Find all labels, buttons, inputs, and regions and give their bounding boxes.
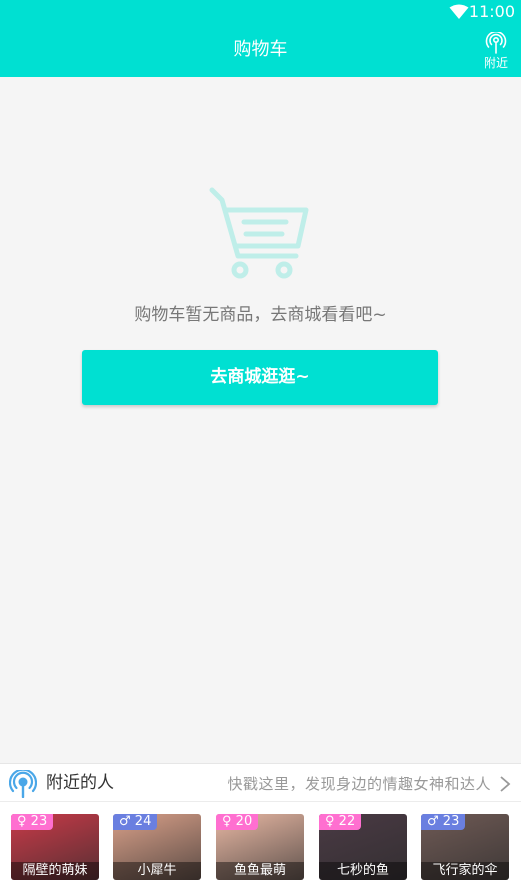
app-bar: 购物车 附近 bbox=[0, 24, 521, 77]
user-name: 七秒的鱼 bbox=[319, 862, 407, 880]
user-age: 23 bbox=[30, 814, 48, 829]
nearby-user-card[interactable]: ♀ 23 隔壁的萌妹 bbox=[11, 814, 99, 880]
user-name: 小犀牛 bbox=[113, 862, 201, 880]
nearby-people-panel: 附近的人 快戳这里，发现身边的情趣女神和达人 ♀ 23 隔壁的萌妹 ♂ 24 小… bbox=[0, 763, 521, 891]
gender-age-badge: ♀ 23 bbox=[11, 814, 54, 830]
nearby-user-card[interactable]: ♂ 24 小犀牛 bbox=[113, 814, 201, 880]
gender-icon: ♂ bbox=[427, 814, 439, 829]
user-age: 22 bbox=[338, 814, 356, 829]
user-age: 24 bbox=[134, 814, 152, 829]
user-age: 20 bbox=[235, 814, 253, 829]
nearby-user-card[interactable]: ♀ 22 七秒的鱼 bbox=[319, 814, 407, 880]
gender-age-badge: ♂ 24 bbox=[113, 814, 158, 830]
status-time: 11:00 bbox=[468, 2, 515, 21]
status-bar: 11:00 bbox=[0, 0, 521, 24]
radar-icon bbox=[9, 770, 37, 798]
user-name: 隔壁的萌妹 bbox=[11, 862, 99, 880]
nearby-people-header[interactable]: 附近的人 快戳这里，发现身边的情趣女神和达人 bbox=[0, 764, 521, 802]
shopping-cart-icon bbox=[209, 187, 309, 279]
chevron-right-icon bbox=[500, 776, 511, 792]
gender-icon: ♀ bbox=[17, 814, 27, 829]
nearby-people-title: 附近的人 bbox=[46, 773, 114, 793]
user-name: 鱼鱼最萌 bbox=[216, 862, 304, 880]
nearby-user-card[interactable]: ♀ 20 鱼鱼最萌 bbox=[216, 814, 304, 880]
gender-icon: ♂ bbox=[119, 814, 131, 829]
gender-icon: ♀ bbox=[222, 814, 232, 829]
empty-cart-message: 购物车暂无商品，去商城看看吧~ bbox=[134, 305, 387, 325]
gender-icon: ♀ bbox=[325, 814, 335, 829]
gender-age-badge: ♀ 22 bbox=[319, 814, 362, 830]
radar-icon bbox=[485, 32, 507, 54]
wifi-icon bbox=[449, 4, 469, 19]
nearby-user-card[interactable]: ♂ 23 飞行家的伞 bbox=[421, 814, 509, 880]
nearby-people-hint: 快戳这里，发现身边的情趣女神和达人 bbox=[227, 775, 491, 793]
nearby-button[interactable]: 附近 bbox=[483, 32, 509, 74]
page-title: 购物车 bbox=[233, 39, 288, 60]
user-name: 飞行家的伞 bbox=[421, 862, 509, 880]
gender-age-badge: ♀ 20 bbox=[216, 814, 259, 830]
user-age: 23 bbox=[442, 814, 460, 829]
gender-age-badge: ♂ 23 bbox=[421, 814, 466, 830]
nearby-label: 附近 bbox=[483, 56, 508, 70]
go-shopping-button[interactable]: 去商城逛逛~ bbox=[82, 350, 438, 405]
